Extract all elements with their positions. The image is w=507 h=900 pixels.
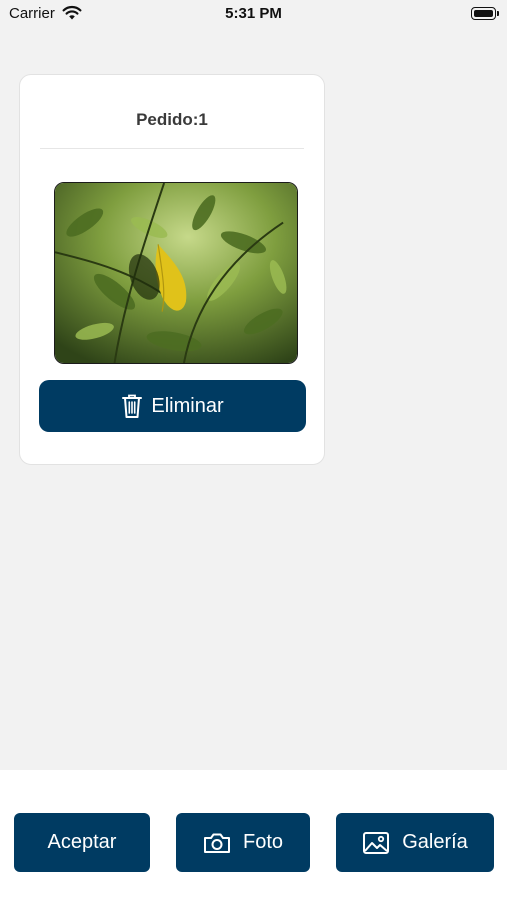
divider xyxy=(40,148,304,149)
gallery-button[interactable]: Galería xyxy=(336,813,494,872)
camera-icon xyxy=(203,832,231,854)
order-card: Pedido:1 Eliminar xyxy=(19,74,325,465)
battery-icon xyxy=(471,7,496,20)
delete-button-label: Eliminar xyxy=(151,394,224,417)
clock: 5:31 PM xyxy=(225,5,282,22)
trash-icon xyxy=(121,393,143,419)
photo-button-label: Foto xyxy=(242,831,284,853)
gallery-button-label: Galería xyxy=(402,831,468,853)
plant-leaves-image xyxy=(55,183,297,363)
order-photo[interactable] xyxy=(54,182,298,364)
accept-button-label: Aceptar xyxy=(47,831,117,853)
delete-button[interactable]: Eliminar xyxy=(39,380,306,432)
battery-tip xyxy=(497,11,499,16)
bottom-action-bar: Aceptar Foto Galería xyxy=(0,770,507,900)
order-title: Pedido:1 xyxy=(136,110,208,129)
status-bar: Carrier 5:31 PM xyxy=(0,0,507,30)
photo-button[interactable]: Foto xyxy=(176,813,310,872)
accept-button[interactable]: Aceptar xyxy=(14,813,150,872)
image-icon xyxy=(362,831,390,855)
